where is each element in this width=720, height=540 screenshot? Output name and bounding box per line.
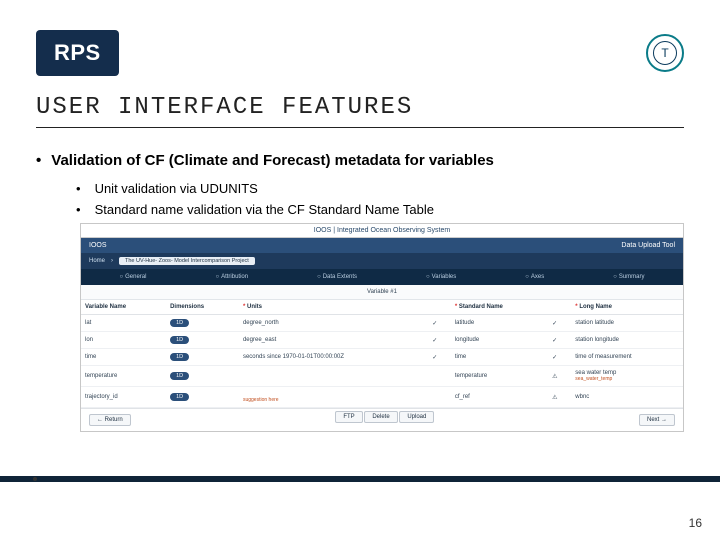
step-summary[interactable]: Summary bbox=[613, 274, 644, 280]
back-button[interactable]: ← Return bbox=[89, 414, 131, 426]
table-row: lon 1D degree_east ✓ longitude ✓ station… bbox=[81, 332, 683, 349]
next-button[interactable]: Next → bbox=[639, 414, 675, 426]
bullet-sub-2-text: Standard name validation via the CF Stan… bbox=[95, 202, 434, 217]
table-row: lat 1D degree_north ✓ latitude ✓ station… bbox=[81, 315, 683, 332]
check-icon: ✓ bbox=[428, 315, 451, 332]
col-long-name: Long Name bbox=[571, 300, 683, 315]
ioos-brand: IOOS | Integrated Ocean Observing System bbox=[81, 224, 683, 238]
ioos-appbar-left: IOOS bbox=[89, 242, 107, 249]
step-general[interactable]: General bbox=[119, 274, 146, 280]
step-variables[interactable]: Variables bbox=[426, 274, 456, 280]
bullet-sub-1: • Unit validation via UDUNITS bbox=[76, 181, 684, 196]
check-icon bbox=[428, 366, 451, 387]
rps-logo: RPS bbox=[36, 30, 119, 76]
warn-icon: ⚠ bbox=[548, 366, 571, 387]
table-row: temperature 1D temperature ⚠ sea water t… bbox=[81, 366, 683, 387]
col-dimensions: Dimensions bbox=[166, 300, 239, 315]
suggestion: suggestion here bbox=[243, 397, 279, 403]
table-row: trajectory_id 1D suggestion here cf_ref … bbox=[81, 387, 683, 408]
check-icon: ✓ bbox=[428, 332, 451, 349]
wizard-footer: ← Return FTP Delete Upload Next → bbox=[81, 408, 683, 431]
col-units: Units bbox=[239, 300, 428, 315]
page-number: 16 bbox=[689, 516, 702, 530]
check-icon: ✓ bbox=[548, 315, 571, 332]
bullet-main: • Validation of CF (Climate and Forecast… bbox=[36, 152, 684, 169]
bullet-sub-1-text: Unit validation via UDUNITS bbox=[95, 181, 258, 196]
home-icon[interactable]: Home bbox=[89, 258, 105, 264]
upload-button[interactable]: Upload bbox=[399, 411, 434, 423]
ioos-appbar-right: Data Upload Tool bbox=[621, 242, 675, 249]
embedded-screenshot: IOOS | Integrated Ocean Observing System… bbox=[80, 223, 684, 432]
header-round-icon-inner: T bbox=[653, 41, 677, 65]
bullet-marker: • bbox=[76, 181, 81, 196]
footer-dot bbox=[33, 477, 37, 481]
step-attribution[interactable]: Attribution bbox=[215, 274, 248, 280]
breadcrumb: Home › The UV-Hue- Zoos- Model Intercomp… bbox=[81, 253, 683, 269]
delete-button[interactable]: Delete bbox=[364, 411, 397, 423]
ioos-appbar: IOOS Data Upload Tool bbox=[81, 238, 683, 253]
check-icon: ✓ bbox=[548, 332, 571, 349]
bullet-marker: • bbox=[76, 202, 81, 217]
table-row: time 1D seconds since 1970-01-01T00:00:0… bbox=[81, 349, 683, 366]
col-standard-name: Standard Name bbox=[451, 300, 548, 315]
warn-icon: ⚠ bbox=[548, 387, 571, 408]
footer-divider bbox=[0, 476, 720, 482]
variables-table: Variable Name Dimensions Units Standard … bbox=[81, 300, 683, 408]
check-icon: ✓ bbox=[428, 349, 451, 366]
breadcrumb-project[interactable]: The UV-Hue- Zoos- Model Intercomparison … bbox=[119, 257, 255, 265]
wizard-steps: General Attribution Data Extents Variabl… bbox=[81, 269, 683, 285]
suggestion: sea_water_temp bbox=[575, 376, 612, 382]
bullet-main-text: Validation of CF (Climate and Forecast) … bbox=[51, 152, 494, 169]
check-icon: ✓ bbox=[548, 349, 571, 366]
step-data-extents[interactable]: Data Extents bbox=[317, 274, 357, 280]
check-icon bbox=[428, 387, 451, 408]
variable-tab[interactable]: Variable #1 bbox=[81, 285, 683, 300]
bullet-sub-2: • Standard name validation via the CF St… bbox=[76, 202, 684, 217]
col-variable-name: Variable Name bbox=[81, 300, 166, 315]
ftp-button[interactable]: FTP bbox=[335, 411, 362, 423]
step-axes[interactable]: Axes bbox=[525, 274, 544, 280]
page-title: USER INTERFACE FEATURES bbox=[36, 94, 684, 128]
bullet-marker: • bbox=[36, 152, 41, 169]
header-round-icon: T bbox=[646, 34, 684, 72]
